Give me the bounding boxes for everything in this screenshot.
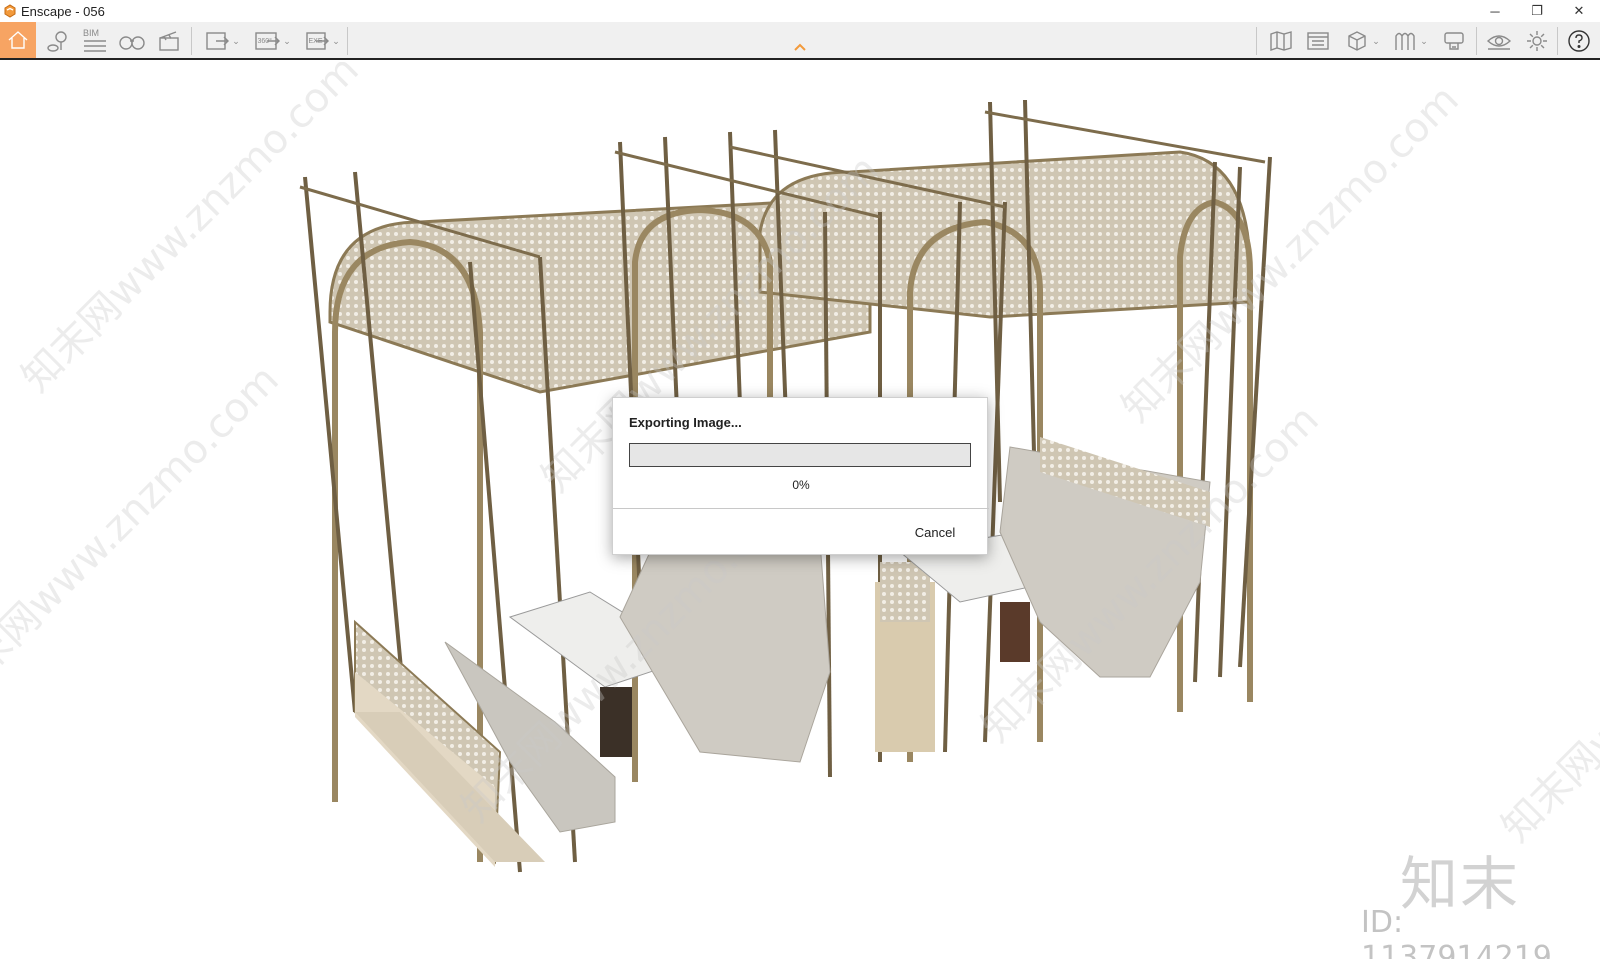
collaborative-annotation-icon [1444, 32, 1464, 50]
collapse-toolbar-chevron-icon[interactable] [792, 40, 808, 54]
export-panorama-button[interactable]: 360° ⌄ [248, 25, 296, 57]
export-image-icon [206, 32, 230, 50]
progress-percent-label: 0% [792, 478, 810, 492]
view-cube-button[interactable]: ⌄ [1340, 25, 1384, 57]
export-exe-button[interactable]: EXE ⌄ [300, 25, 344, 57]
toolbar-separator [347, 27, 348, 55]
map-button[interactable] [1265, 25, 1297, 57]
visual-settings-eye-icon [1486, 35, 1512, 50]
help-icon [1568, 30, 1590, 52]
settings-button[interactable] [1520, 25, 1554, 57]
asset-library-icon [1307, 32, 1329, 50]
binoculars-button[interactable] [116, 25, 148, 57]
toolbar-separator [1557, 27, 1558, 55]
location-button[interactable] [42, 25, 74, 57]
dialog-divider [613, 508, 989, 509]
visual-settings-button[interactable] [1482, 25, 1516, 57]
toolbar-separator [1256, 27, 1257, 55]
bim-button[interactable]: BIM [80, 25, 110, 57]
export-exe-icon: EXE [306, 32, 330, 50]
chevron-down-icon: ⌄ [1420, 35, 1428, 46]
home-button[interactable] [0, 22, 36, 58]
map-icon [1270, 31, 1292, 51]
chevron-down-icon: ⌄ [232, 35, 240, 46]
asset-library-button[interactable] [1302, 25, 1334, 57]
enscape-logo-icon [4, 4, 16, 18]
settings-gear-icon [1527, 31, 1547, 51]
window-title: Enscape - 056 [21, 3, 105, 19]
close-button[interactable]: ✕ [1558, 0, 1600, 22]
view-cube-icon [1348, 31, 1366, 51]
home-icon [8, 31, 28, 49]
progress-bar [629, 443, 971, 467]
chevron-down-icon: ⌄ [332, 35, 340, 46]
bim-label: BIM [83, 28, 99, 38]
toolbar-separator [191, 27, 192, 55]
video-editor-button[interactable] [154, 25, 184, 57]
export-progress-dialog: Exporting Image... 0% Cancel [612, 397, 989, 555]
chevron-down-icon: ⌄ [1372, 35, 1380, 46]
help-button[interactable] [1562, 25, 1596, 57]
cancel-button[interactable]: Cancel [905, 522, 965, 542]
material-editor-button[interactable]: ⌄ [1388, 25, 1432, 57]
material-editor-icon [1395, 32, 1415, 50]
brand-id: ID: 1137914219 [1361, 905, 1552, 959]
location-pin-icon [47, 31, 67, 52]
export-panorama-icon: 360° [255, 32, 281, 50]
restore-button[interactable]: ❐ [1516, 0, 1558, 22]
annotation-button[interactable] [1438, 25, 1470, 57]
video-editor-icon [159, 31, 179, 51]
dialog-title: Exporting Image... [629, 415, 742, 430]
bim-icon: BIM [83, 28, 106, 52]
chevron-down-icon: ⌄ [283, 35, 291, 46]
binoculars-icon [119, 36, 145, 50]
export-image-button[interactable]: ⌄ [200, 25, 244, 57]
minimize-button[interactable]: ─ [1474, 0, 1516, 22]
title-bar: Enscape - 056 ─ ❐ ✕ [0, 0, 1600, 22]
toolbar-separator [1476, 27, 1477, 55]
